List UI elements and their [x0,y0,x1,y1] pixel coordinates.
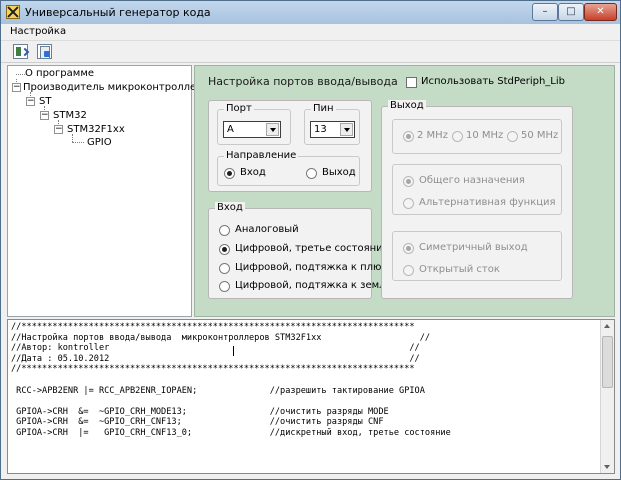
mode-general-radio[interactable] [403,176,414,187]
port-select[interactable]: A [223,121,281,138]
port-legend: Порт [224,103,254,114]
maximize-button[interactable]: □ [558,3,584,21]
code-line[interactable]: GPIOA->CRH |= GPIO_CRH_CNF13_0; //дискре… [11,428,601,439]
menu-settings[interactable]: Настройка [10,26,66,37]
app-logo-icon [6,5,20,19]
code-text[interactable]: //**************************************… [11,322,601,439]
output-group: Выход 2 MHz 10 MHz 50 MHz Общего назначе… [381,100,573,299]
code-line[interactable]: RCC->APB2ENR |= RCC_APB2ENR_IOPAEN; //ра… [11,386,601,397]
input-pulldown-label[interactable]: Цифровой, подтяжка к земле [235,280,392,291]
toolbar [1,41,620,63]
input-pullup-radio[interactable] [219,263,230,274]
code-line[interactable]: GPIOA->CRH &= ~GPIO_CRH_CNF13; //очистит… [11,417,601,428]
code-line[interactable]: //Настройка портов ввода/вывода микрокон… [11,333,601,344]
code-line[interactable] [11,375,601,386]
tree-expander-icon[interactable]: − [40,111,49,120]
tree-expander-icon[interactable]: − [12,83,21,92]
direction-legend: Направление [224,150,299,161]
chevron-down-icon[interactable] [266,123,279,136]
code-line[interactable] [11,396,601,407]
port-value: A [227,124,234,135]
export-icon[interactable] [13,44,28,59]
code-line[interactable]: GPIOA->CRH &= ~GPIO_CRH_MODE13; //очисти… [11,407,601,418]
stdperiph-label: Использовать StdPeriph_Lib [421,76,565,87]
code-line[interactable]: //Дата : 05.10.2012 // [11,354,601,365]
type-opendrain-label[interactable]: Открытый сток [419,264,500,275]
text-caret [233,346,234,356]
code-line[interactable]: //Автор: kontroller // [11,343,601,354]
tree-item-st[interactable]: ST [39,96,51,108]
window-title: Универсальный генератор кода [25,6,211,19]
speed-10mhz-label[interactable]: 10 MHz [466,130,503,141]
output-legend: Выход [388,100,426,111]
title-bar[interactable]: Универсальный генератор кода – □ ✕ [1,1,620,24]
type-pushpull-radio[interactable] [403,243,414,254]
speed-50mhz-radio[interactable] [507,131,518,142]
input-group: Вход Аналоговый Цифровой, третье состоян… [208,202,393,299]
minimize-button[interactable]: – [532,3,558,21]
mode-alternate-label[interactable]: Альтернативная функция [419,197,556,208]
code-output[interactable]: //**************************************… [7,319,615,474]
stdperiph-checkbox[interactable] [406,77,417,88]
output-type-group: Симетричный выход Открытый сток [392,231,562,281]
port-pin-group: Порт A Пин 13 Направление Вход Выход [208,100,372,192]
mode-alternate-radio[interactable] [403,198,414,209]
tree-connector [16,74,25,75]
settings-doc-icon[interactable] [37,44,52,59]
tree-expander-icon[interactable]: − [26,97,35,106]
app-window: Универсальный генератор кода – □ ✕ Настр… [0,0,621,480]
input-floating-radio[interactable] [219,244,230,255]
type-opendrain-radio[interactable] [403,265,414,276]
direction-output-label[interactable]: Выход [322,167,356,178]
pin-legend: Пин [311,103,336,114]
mode-general-label[interactable]: Общего назначения [419,175,525,186]
chevron-down-icon[interactable] [340,123,353,136]
scroll-thumb[interactable] [602,336,613,388]
direction-input-radio[interactable] [224,168,235,179]
tree-item-about[interactable]: О программе [25,68,94,80]
scroll-up-icon[interactable] [601,320,614,333]
tree-item-stm32[interactable]: STM32 [53,110,87,122]
direction-group: Направление Вход Выход [217,150,360,186]
tree-item-gpio[interactable]: GPIO [87,137,112,149]
input-analog-radio[interactable] [219,225,230,236]
device-tree[interactable]: О программе − Производитель микроконтрол… [7,65,215,317]
speed-50mhz-label[interactable]: 50 MHz [521,130,558,141]
pin-select[interactable]: 13 [310,121,355,138]
code-line[interactable]: //**************************************… [11,322,601,333]
pin-value: 13 [314,124,327,135]
input-legend: Вход [215,202,245,213]
output-speed-group: 2 MHz 10 MHz 50 MHz [392,119,562,154]
input-floating-label[interactable]: Цифровой, третье состояние [235,243,389,254]
speed-2mhz-label[interactable]: 2 MHz [417,130,448,141]
input-analog-label[interactable]: Аналоговый [235,224,299,235]
speed-10mhz-radio[interactable] [452,131,463,142]
vertical-scrollbar[interactable] [600,320,614,473]
direction-output-radio[interactable] [306,168,317,179]
tree-item-manufacturer[interactable]: Производитель микроконтроллеров [23,82,215,94]
input-pullup-label[interactable]: Цифровой, подтяжка к плюсу [235,262,393,273]
type-pushpull-label[interactable]: Симетричный выход [419,242,528,253]
output-mode-group: Общего назначения Альтернативная функция [392,164,562,215]
code-line[interactable]: //**************************************… [11,364,601,375]
tree-connector [72,142,84,143]
port-group: Порт A [217,103,291,145]
speed-2mhz-radio[interactable] [403,131,414,142]
port-settings-panel: Настройка портов ввода/вывода Использова… [194,65,615,317]
menu-bar: Настройка [1,24,620,41]
scroll-down-icon[interactable] [601,460,614,473]
tree-expander-icon[interactable]: − [54,125,63,134]
tree-item-stm32f1xx[interactable]: STM32F1xx [67,124,125,136]
input-pulldown-radio[interactable] [219,281,230,292]
direction-input-label[interactable]: Вход [240,167,266,178]
panel-title: Настройка портов ввода/вывода [208,75,398,88]
close-button[interactable]: ✕ [584,3,617,21]
pin-group: Пин 13 [304,103,360,145]
